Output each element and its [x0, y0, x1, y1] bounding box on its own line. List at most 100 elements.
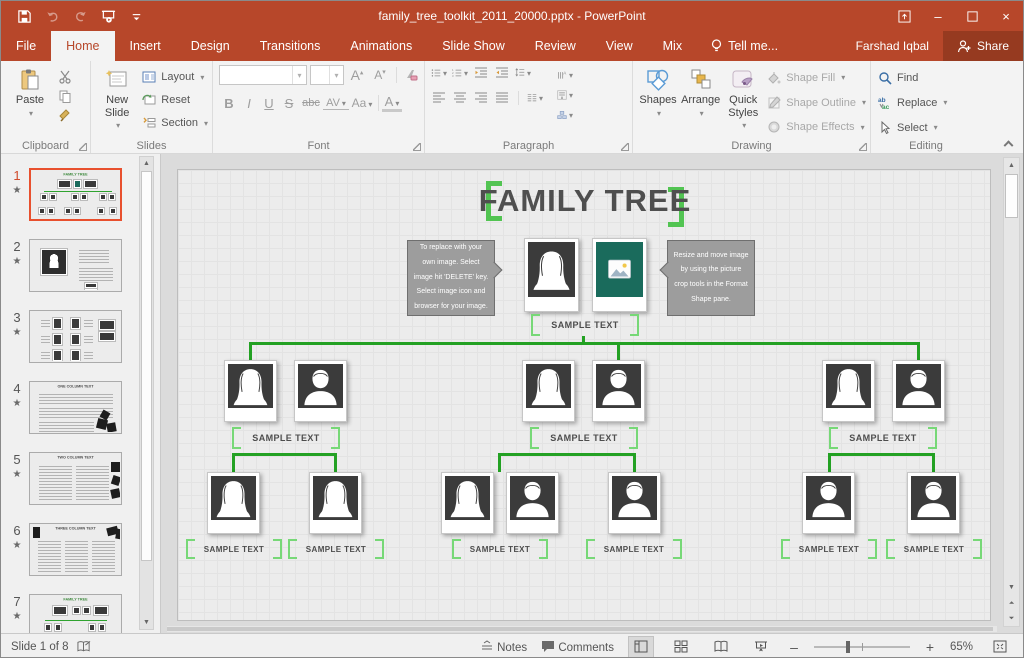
reset-button[interactable]: Reset — [141, 90, 208, 110]
photo-placeholder[interactable] — [207, 472, 260, 534]
start-slideshow-icon[interactable] — [99, 7, 117, 25]
convert-smartart-icon[interactable] — [557, 107, 573, 123]
vertical-scrollbar[interactable]: ▲ ▼ ⏶ ⏷ — [1003, 157, 1020, 627]
shape-fill-button[interactable]: Shape Fill — [766, 68, 866, 88]
normal-view-button[interactable] — [628, 636, 654, 658]
customize-qat-icon[interactable] — [127, 7, 145, 25]
sample-text-label[interactable]: SAMPLE TEXT — [452, 539, 548, 559]
scroll-up-icon[interactable]: ▲ — [1004, 159, 1019, 172]
scroll-up-icon[interactable]: ▲ — [140, 157, 153, 170]
tab-transitions[interactable]: Transitions — [245, 31, 336, 61]
tell-me-box[interactable]: Tell me... — [697, 31, 792, 61]
tab-slideshow[interactable]: Slide Show — [427, 31, 520, 61]
clear-formatting-icon[interactable] — [403, 67, 419, 83]
tab-mix[interactable]: Mix — [648, 31, 697, 61]
shapes-button[interactable]: Shapes — [639, 65, 677, 137]
zoom-out-button[interactable]: – — [788, 639, 800, 655]
underline-button[interactable]: U — [259, 96, 279, 111]
thumbnail-slide-3[interactable]: 3 ★ — [7, 310, 155, 372]
slideshow-view-button[interactable] — [748, 636, 774, 658]
change-case-button[interactable]: Aa — [349, 96, 375, 110]
undo-icon[interactable] — [43, 7, 61, 25]
arrange-button[interactable]: Arrange — [681, 65, 720, 137]
increase-indent-icon[interactable] — [494, 65, 510, 81]
decrease-indent-icon[interactable] — [473, 65, 489, 81]
tab-home[interactable]: Home — [51, 31, 114, 61]
photo-placeholder[interactable] — [522, 360, 575, 422]
user-name[interactable]: Farshad Iqbal — [842, 31, 943, 61]
bullets-icon[interactable] — [431, 65, 447, 81]
slide-title[interactable]: FAMILY TREE — [479, 183, 692, 219]
photo-placeholder[interactable] — [892, 360, 945, 422]
thumbnail-slide-5[interactable]: 5 ★ TWO COLUMN TEXT — [7, 452, 155, 514]
save-icon[interactable] — [15, 7, 33, 25]
photo-placeholder[interactable] — [907, 472, 960, 534]
zoom-slider[interactable] — [814, 646, 910, 648]
bold-button[interactable]: B — [219, 96, 239, 111]
shadow-strikethrough-button[interactable]: S — [279, 96, 299, 111]
cut-icon[interactable] — [57, 69, 73, 85]
photo-placeholder[interactable] — [524, 238, 579, 312]
animation-star-icon[interactable]: ★ — [9, 540, 25, 551]
zoom-in-button[interactable]: + — [924, 639, 936, 655]
comments-button[interactable]: Comments — [541, 640, 614, 654]
thumbnail-slide-4[interactable]: 4 ★ ONE COLUMN TEXT — [7, 381, 155, 443]
numbering-icon[interactable]: 123 — [452, 65, 468, 81]
photo-placeholder[interactable] — [309, 472, 362, 534]
animation-star-icon[interactable]: ★ — [9, 185, 25, 196]
minimize-button[interactable]: – — [921, 1, 955, 31]
font-size-select[interactable]: ▾ — [310, 65, 344, 85]
paste-button[interactable]: Paste — [7, 65, 53, 137]
ribbon-display-options-icon[interactable] — [887, 1, 921, 31]
photo-placeholder[interactable] — [608, 472, 661, 534]
sample-text-label[interactable]: SAMPLE TEXT — [186, 539, 282, 559]
align-right-icon[interactable] — [473, 90, 489, 106]
tab-view[interactable]: View — [591, 31, 648, 61]
thumbnail-scrollbar[interactable]: ▲ ▼ — [139, 156, 154, 630]
shape-outline-button[interactable]: Shape Outline — [766, 93, 866, 113]
next-slide-icon[interactable]: ⏷ — [1004, 612, 1019, 625]
shape-effects-button[interactable]: Shape Effects — [766, 117, 866, 137]
sample-text-label[interactable]: SAMPLE TEXT — [530, 427, 638, 449]
notes-button[interactable]: Notes — [480, 640, 527, 654]
photo-placeholder[interactable] — [506, 472, 559, 534]
animation-star-icon[interactable]: ★ — [9, 611, 25, 622]
sample-text-label[interactable]: SAMPLE TEXT — [288, 539, 384, 559]
animation-star-icon[interactable]: ★ — [9, 469, 25, 480]
tab-design[interactable]: Design — [176, 31, 245, 61]
sample-text-label[interactable]: SAMPLE TEXT — [781, 539, 877, 559]
photo-placeholder[interactable] — [294, 360, 347, 422]
align-left-icon[interactable] — [431, 90, 447, 106]
fit-slide-to-window-icon[interactable] — [987, 636, 1013, 658]
copy-icon[interactable] — [57, 88, 73, 104]
scroll-down-icon[interactable]: ▼ — [1004, 581, 1019, 594]
thumbnail-slide-2[interactable]: 2 ★ — [7, 239, 155, 301]
slide-editor[interactable]: FAMILY TREE To replace with your own ima… — [177, 169, 991, 621]
photo-placeholder[interactable] — [592, 360, 645, 422]
collapse-ribbon-icon[interactable] — [1005, 139, 1013, 147]
character-spacing-button[interactable]: AV — [323, 97, 349, 110]
photo-placeholder[interactable] — [224, 360, 277, 422]
grow-font-button[interactable]: A▴ — [347, 67, 367, 83]
justify-icon[interactable] — [494, 90, 510, 106]
scrollbar-thumb[interactable] — [1005, 174, 1018, 218]
shrink-font-button[interactable]: A▾ — [370, 68, 390, 82]
thumbnail-slide-1[interactable]: 1 ★ FAMILY TREE — [7, 168, 155, 230]
zoom-level[interactable]: 65% — [950, 641, 973, 653]
sample-text-label[interactable]: SAMPLE TEXT — [886, 539, 982, 559]
quick-styles-button[interactable]: QuickStyles — [724, 65, 762, 137]
new-slide-button[interactable]: NewSlide — [97, 65, 137, 137]
scrollbar-thumb[interactable] — [141, 171, 152, 561]
photo-placeholder[interactable] — [802, 472, 855, 534]
tab-review[interactable]: Review — [520, 31, 591, 61]
layout-button[interactable]: Layout — [141, 67, 208, 87]
tab-file[interactable]: File — [1, 31, 51, 61]
sample-text-label[interactable]: SAMPLE TEXT — [829, 427, 937, 449]
strikethrough-button[interactable]: abc — [299, 97, 323, 109]
align-center-icon[interactable] — [452, 90, 468, 106]
sample-text-label[interactable]: SAMPLE TEXT — [232, 427, 340, 449]
photo-placeholder[interactable] — [441, 472, 494, 534]
tab-insert[interactable]: Insert — [115, 31, 176, 61]
scroll-down-icon[interactable]: ▼ — [140, 616, 153, 629]
thumbnail-slide-6[interactable]: 6 ★ THREE COLUMN TEXT — [7, 523, 155, 585]
